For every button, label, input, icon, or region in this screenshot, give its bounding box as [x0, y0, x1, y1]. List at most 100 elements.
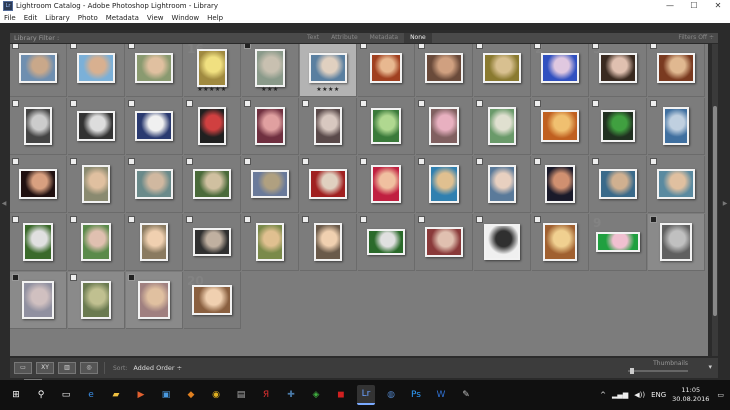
- notification-icon[interactable]: ▭: [717, 391, 724, 399]
- menu-photo[interactable]: Photo: [74, 14, 102, 22]
- left-panel-toggle-icon[interactable]: ◀: [1, 199, 7, 209]
- thumbnail-cell[interactable]: [532, 98, 589, 155]
- edge-icon[interactable]: e: [82, 386, 100, 404]
- photo-thumbnail[interactable]: [81, 281, 111, 319]
- thumbnail-cell[interactable]: [532, 214, 589, 271]
- thumbnail-cell[interactable]: [474, 98, 531, 155]
- photo-thumbnail[interactable]: [19, 169, 57, 199]
- tray-up-arrow-icon[interactable]: ^: [600, 391, 606, 399]
- selection-checkbox[interactable]: [476, 158, 483, 165]
- selection-checkbox[interactable]: [12, 44, 19, 49]
- filter-tab-metadata[interactable]: Metadata: [364, 33, 404, 43]
- filter-tab-none[interactable]: None: [404, 33, 432, 43]
- selection-checkbox[interactable]: [70, 274, 77, 281]
- selection-checkbox[interactable]: [534, 216, 541, 223]
- photo-thumbnail[interactable]: [140, 223, 168, 261]
- selection-checkbox[interactable]: [244, 216, 251, 223]
- thumbnail-cell[interactable]: [184, 214, 241, 271]
- thumbnail-cell[interactable]: [416, 156, 473, 213]
- thumbnail-cell[interactable]: [300, 98, 357, 155]
- media-icon[interactable]: ▶: [132, 386, 150, 404]
- photo-thumbnail[interactable]: [370, 53, 402, 83]
- search-icon[interactable]: ⚲: [32, 386, 50, 404]
- selection-checkbox[interactable]: [302, 216, 309, 223]
- task-view-icon[interactable]: ▭: [57, 386, 75, 404]
- selection-checkbox[interactable]: [360, 100, 367, 107]
- selection-checkbox[interactable]: [650, 216, 657, 223]
- thumbnail-cell[interactable]: [184, 98, 241, 155]
- grid-scrollbar[interactable]: [712, 44, 718, 356]
- volume-icon[interactable]: ◀)): [634, 391, 645, 399]
- photo-thumbnail[interactable]: [255, 49, 285, 87]
- thumbnail-cell[interactable]: [10, 98, 67, 155]
- photo-thumbnail[interactable]: [314, 223, 342, 261]
- thumbnail-cell[interactable]: [590, 156, 647, 213]
- photo-thumbnail[interactable]: [192, 285, 232, 315]
- photo-thumbnail[interactable]: [314, 107, 342, 145]
- thumbnail-cell[interactable]: [300, 214, 357, 271]
- thumbnail-cell[interactable]: [358, 214, 415, 271]
- photo-thumbnail[interactable]: [660, 223, 692, 261]
- selection-checkbox[interactable]: [244, 100, 251, 107]
- thumbnail-cell[interactable]: 20: [184, 272, 241, 329]
- selection-checkbox[interactable]: [12, 216, 19, 223]
- thumbnail-cell[interactable]: [68, 156, 125, 213]
- thumbnail-cell[interactable]: [416, 44, 473, 97]
- thumbnail-cell[interactable]: [126, 98, 183, 155]
- selection-checkbox[interactable]: [418, 44, 425, 49]
- thumbnail-cell[interactable]: [358, 44, 415, 97]
- photo-thumbnail[interactable]: [82, 165, 110, 203]
- photo-thumbnail[interactable]: [429, 165, 459, 203]
- thumbnail-cell[interactable]: 16 ★★★★★: [184, 44, 241, 97]
- selection-checkbox[interactable]: [128, 44, 135, 49]
- store-icon[interactable]: ▤: [232, 386, 250, 404]
- selection-checkbox[interactable]: [476, 100, 483, 107]
- compare-view-button[interactable]: XY: [36, 362, 54, 374]
- selection-checkbox[interactable]: [70, 44, 77, 49]
- selection-checkbox[interactable]: [70, 216, 77, 223]
- word-icon[interactable]: W: [432, 386, 450, 404]
- selection-checkbox[interactable]: [534, 158, 541, 165]
- network-icon[interactable]: ▂▄▆: [612, 391, 628, 399]
- thumbnail-size-slider[interactable]: [628, 368, 688, 374]
- photo-thumbnail[interactable]: [657, 53, 695, 83]
- selection-checkbox[interactable]: [360, 216, 367, 223]
- selection-checkbox[interactable]: [302, 100, 309, 107]
- menu-metadata[interactable]: Metadata: [102, 14, 143, 22]
- app-icon[interactable]: ◆: [182, 386, 200, 404]
- photo-thumbnail[interactable]: [488, 165, 516, 203]
- photo-thumbnail[interactable]: [601, 110, 635, 142]
- thumbnail-cell[interactable]: [474, 214, 531, 271]
- photo-thumbnail[interactable]: [23, 223, 53, 261]
- lightroom-icon[interactable]: Lr: [357, 385, 375, 405]
- thumbnail-cell[interactable]: ★★★: [242, 44, 299, 97]
- photos-icon[interactable]: ▣: [157, 386, 175, 404]
- red-app-icon[interactable]: ◼: [332, 386, 350, 404]
- thumbnail-cell[interactable]: [10, 272, 67, 329]
- circle-app-icon[interactable]: ◍: [382, 386, 400, 404]
- photo-thumbnail[interactable]: [657, 169, 695, 199]
- thumbnail-cell[interactable]: [10, 214, 67, 271]
- photo-thumbnail[interactable]: [425, 227, 463, 257]
- photo-thumbnail[interactable]: [309, 53, 347, 83]
- thumbnail-cell[interactable]: [126, 272, 183, 329]
- green-app-icon[interactable]: ◈: [307, 386, 325, 404]
- selection-checkbox[interactable]: [12, 100, 19, 107]
- thumbnail-cell[interactable]: [648, 156, 705, 213]
- thumbnail-cell[interactable]: [300, 156, 357, 213]
- toolbar-menu-chevron-icon[interactable]: ▾: [708, 363, 712, 371]
- photo-thumbnail[interactable]: [541, 53, 579, 83]
- selection-checkbox[interactable]: [128, 158, 135, 165]
- people-view-button[interactable]: ◎: [80, 362, 98, 374]
- yandex-icon[interactable]: Я: [257, 386, 275, 404]
- thumbnail-cell[interactable]: [648, 44, 705, 97]
- right-panel-toggle-icon[interactable]: ▶: [722, 199, 728, 209]
- selection-checkbox[interactable]: [70, 158, 77, 165]
- photo-thumbnail[interactable]: [367, 229, 405, 255]
- photo-thumbnail[interactable]: [135, 53, 173, 83]
- thumbnail-cell[interactable]: [242, 214, 299, 271]
- filter-tab-text[interactable]: Text: [301, 33, 325, 43]
- thumbnail-cell[interactable]: [184, 156, 241, 213]
- photo-thumbnail[interactable]: [77, 53, 115, 83]
- photo-thumbnail[interactable]: [198, 107, 226, 145]
